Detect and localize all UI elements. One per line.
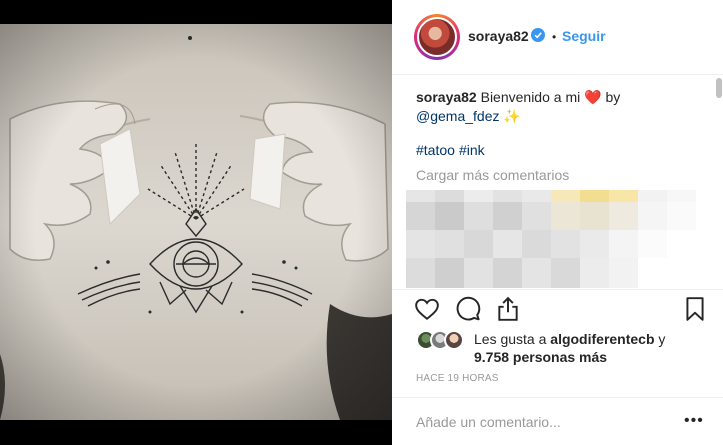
caption-text-after: by	[601, 89, 621, 105]
username-link[interactable]: soraya82	[468, 28, 529, 44]
bookmark-icon[interactable]	[682, 296, 708, 322]
post-header: soraya82 • Seguir	[392, 0, 723, 75]
liker-username[interactable]: algodiferentecb	[550, 331, 654, 347]
caption-text-before: Bienvenido a mi	[476, 89, 585, 105]
likes-prefix: Les gusta a	[474, 331, 551, 347]
caption-mention[interactable]: @gema_fdez	[416, 108, 499, 124]
comment-form: •••	[392, 397, 723, 445]
heart-icon[interactable]	[414, 296, 440, 322]
share-icon[interactable]	[495, 296, 521, 322]
tattoo-photo-image	[0, 24, 392, 420]
action-bar	[392, 289, 723, 329]
likes-section: Les gusta a algodiferentecb y 9.758 pers…	[416, 330, 716, 366]
hashtag-tatoo[interactable]: #tatoo	[416, 142, 455, 158]
avatar[interactable]	[417, 17, 457, 57]
follow-button[interactable]: Seguir	[562, 28, 606, 44]
likes-summary: Les gusta a algodiferentecb y	[474, 331, 665, 347]
pixelated-comments	[406, 190, 696, 288]
load-more-comments-button[interactable]: Cargar más comentarios	[416, 167, 569, 183]
post-sidebar: soraya82 • Seguir soraya82 Bienvenido a …	[392, 0, 723, 445]
liker-avatar[interactable]	[444, 330, 464, 350]
comment-input[interactable]	[416, 412, 666, 432]
comments-scrollbar[interactable]	[714, 76, 723, 98]
separator-dot: •	[552, 30, 557, 44]
hashtag-ink[interactable]: #ink	[459, 142, 485, 158]
post-photo[interactable]	[0, 24, 392, 420]
caption-username[interactable]: soraya82	[416, 89, 477, 105]
verified-badge-icon	[531, 28, 545, 42]
post-media	[0, 0, 392, 445]
story-ring[interactable]	[414, 14, 460, 60]
comments-section: soraya82 Bienvenido a mi ❤️ by @gema_fde…	[392, 76, 712, 288]
post-caption: soraya82 Bienvenido a mi ❤️ by @gema_fde…	[416, 88, 686, 126]
likes-count-link[interactable]: 9.758 personas más	[474, 349, 607, 365]
post-timestamp[interactable]: HACE 19 HORAS	[416, 373, 499, 384]
sparkles-emoji: ✨	[499, 108, 521, 124]
comment-icon[interactable]	[455, 296, 481, 322]
hashtags: #tatoo #ink	[416, 142, 489, 158]
heart-emoji: ❤️	[584, 89, 602, 105]
liker-avatars[interactable]	[416, 330, 472, 350]
likes-suffix: y	[654, 331, 666, 347]
more-options-icon[interactable]: •••	[684, 412, 704, 430]
